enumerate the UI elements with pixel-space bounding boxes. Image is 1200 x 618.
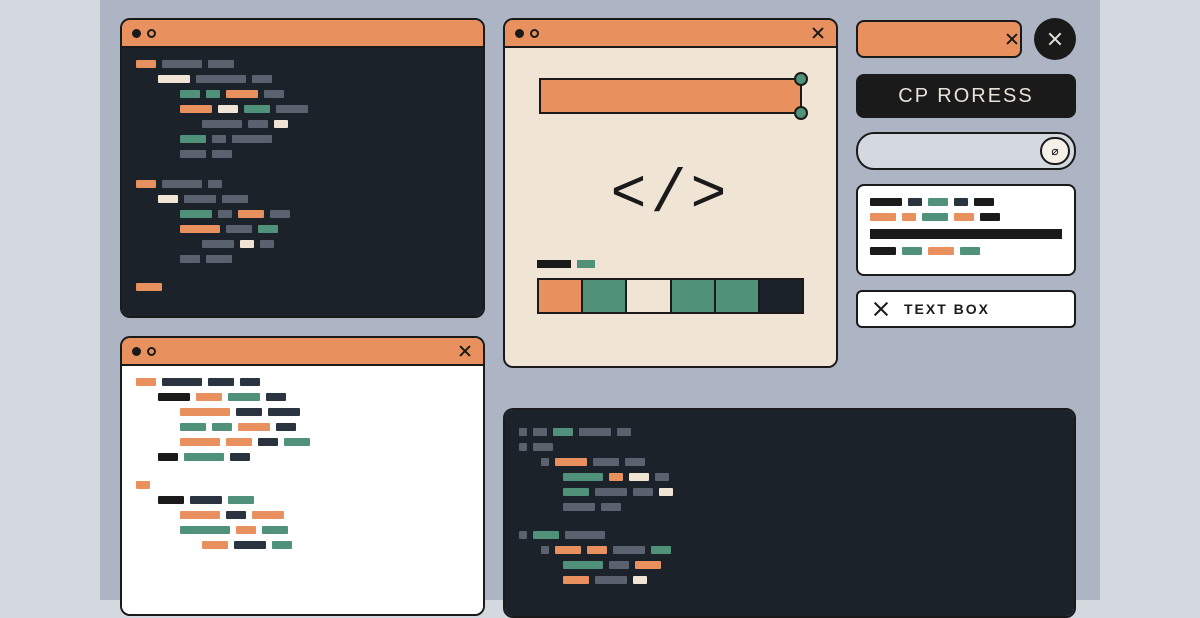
swatch[interactable]	[716, 280, 760, 312]
editor-window-dark-2	[503, 408, 1076, 618]
code-glyph-icon: </>	[519, 162, 822, 230]
process-button[interactable]: CP RORESS	[856, 74, 1076, 118]
slider-knob-icon[interactable]	[794, 106, 808, 120]
titlebar[interactable]	[122, 20, 483, 48]
slider-field[interactable]	[539, 78, 802, 114]
dot-icon	[515, 29, 524, 38]
close-icon[interactable]	[810, 25, 826, 41]
swatch[interactable]	[583, 280, 627, 312]
textbox-label: TEXT BOX	[904, 301, 990, 317]
close-icon	[1004, 31, 1020, 47]
color-palette	[537, 278, 804, 314]
code-area	[122, 366, 483, 614]
component-window: </>	[503, 18, 838, 368]
traffic-lights[interactable]	[515, 29, 539, 38]
component-area: </>	[505, 48, 836, 366]
titlebar[interactable]	[122, 338, 483, 366]
swatch[interactable]	[539, 280, 583, 312]
editor-window-dark-1	[120, 18, 485, 318]
dot-icon	[147, 347, 156, 356]
swatch[interactable]	[760, 280, 802, 312]
info-card	[856, 184, 1076, 276]
traffic-lights[interactable]	[132, 347, 156, 356]
slider-knob-icon[interactable]	[794, 72, 808, 86]
traffic-lights[interactable]	[132, 29, 156, 38]
dot-icon	[132, 347, 141, 356]
close-pill-button[interactable]	[856, 20, 1022, 58]
token-row	[537, 260, 804, 268]
swatch[interactable]	[627, 280, 671, 312]
close-icon[interactable]	[457, 343, 473, 359]
code-area	[505, 410, 1074, 616]
close-circle-button[interactable]	[1034, 18, 1076, 60]
search-cap-icon: ⌀	[1040, 137, 1070, 165]
search-pill[interactable]: ⌀	[856, 132, 1076, 170]
swatch[interactable]	[672, 280, 716, 312]
dot-icon	[530, 29, 539, 38]
dot-icon	[147, 29, 156, 38]
dot-icon	[132, 29, 141, 38]
close-icon	[1047, 31, 1063, 47]
code-area	[122, 48, 483, 316]
close-icon[interactable]	[872, 300, 890, 318]
textbox-row[interactable]: TEXT BOX	[856, 290, 1076, 328]
titlebar[interactable]	[505, 20, 836, 48]
editor-window-light	[120, 336, 485, 616]
